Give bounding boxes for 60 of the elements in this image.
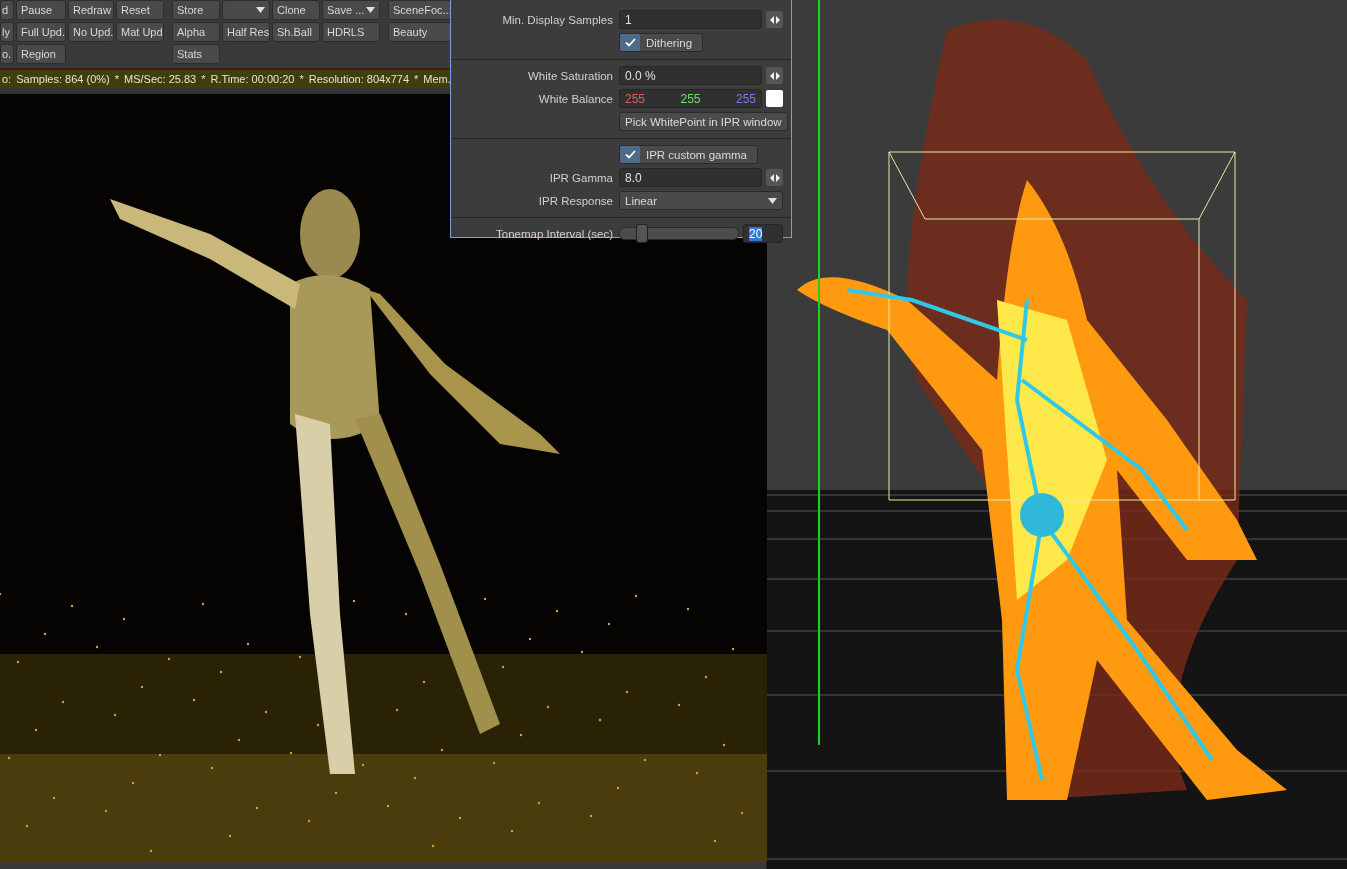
spinner-button[interactable] (766, 11, 783, 28)
field-label: Tonemap Interval (sec) (495, 227, 613, 240)
checkmark-icon (624, 38, 636, 47)
caret-icon (768, 197, 777, 204)
status-text: R.Time: 00:00:20 (210, 73, 295, 85)
field-label: White Saturation (527, 69, 613, 82)
toolbar-button[interactable]: Half Res (222, 22, 270, 42)
status-text: * (414, 73, 419, 85)
toolbar-button[interactable]: d (0, 0, 14, 20)
toolbar-button[interactable]: Mat Upd (116, 22, 164, 42)
field-label: IPR Response (537, 194, 613, 207)
spinner-button[interactable] (766, 67, 783, 84)
toolbar-button[interactable]: Alpha (172, 22, 220, 42)
toolbar-button[interactable]: HDRLS (322, 22, 380, 42)
toolbar-button[interactable]: Full Upd. (16, 22, 66, 42)
checkbox[interactable]: IPR custom gamma (619, 145, 758, 164)
caret-icon (366, 7, 375, 13)
toolbar-button[interactable]: Sh.Ball (272, 22, 320, 42)
field-label: IPR Gamma (548, 171, 613, 184)
pick-button[interactable]: Pick WhitePoint in IPR window (619, 112, 788, 131)
status-text: * (114, 73, 119, 85)
toolbar-button[interactable]: Redraw (68, 0, 114, 20)
color-field[interactable]: 255 255 255 (619, 89, 762, 108)
color-swatch[interactable] (766, 90, 783, 107)
toolbar-button[interactable]: Pause (16, 0, 66, 20)
status-text: MS/Sec: 25.83 (124, 73, 197, 85)
dropdown-button[interactable] (222, 0, 270, 20)
toolbar-button[interactable]: SceneFoc... (388, 0, 452, 20)
status-text: Samples: 864 (0%) (16, 73, 110, 85)
dropdown-button[interactable]: Save ... (322, 0, 380, 20)
arrows-icon (769, 173, 780, 182)
field-label: White Balance (537, 92, 613, 105)
toolbar-button[interactable]: Store (172, 0, 220, 20)
toolbar-button[interactable]: o. (0, 44, 14, 64)
spinner-button[interactable] (766, 169, 783, 186)
number-field[interactable]: 0.0 % (619, 66, 762, 85)
field-label: Min. Display Samples (501, 13, 613, 26)
toolbar-button[interactable]: Clone (272, 0, 320, 20)
toolbar-button[interactable]: Reset (116, 0, 164, 20)
checkbox[interactable]: Dithering (619, 33, 704, 52)
status-text: * (299, 73, 304, 85)
toolbar-button[interactable]: Region (16, 44, 66, 64)
response-dropdown[interactable]: Linear (619, 191, 783, 210)
caret-icon (256, 7, 265, 13)
number-field[interactable]: 1 (619, 10, 762, 29)
status-text: o: (2, 73, 12, 85)
toolbar-button[interactable]: No Upd. (68, 22, 114, 42)
status-text: Mem. (423, 73, 451, 85)
arrows-icon (769, 71, 780, 80)
arrows-icon (769, 15, 780, 24)
toolbar-button[interactable]: ly (0, 22, 14, 42)
number-field[interactable]: 20 (743, 224, 783, 243)
number-field[interactable]: 8.0 (619, 168, 762, 187)
slider-thumb[interactable] (636, 224, 649, 243)
toolbar-button[interactable]: Stats (172, 44, 220, 64)
slider-track[interactable] (619, 227, 739, 240)
checkmark-icon (624, 150, 636, 159)
toolbar-button[interactable]: Beauty (388, 22, 452, 42)
status-text: * (201, 73, 206, 85)
status-text: Resolution: 804x774 (308, 73, 409, 85)
